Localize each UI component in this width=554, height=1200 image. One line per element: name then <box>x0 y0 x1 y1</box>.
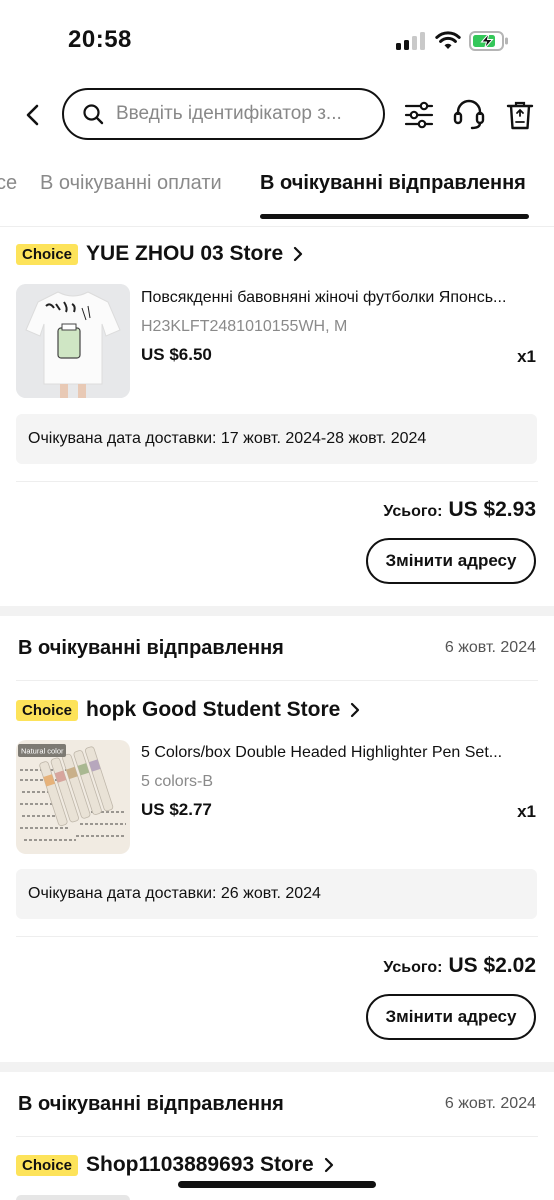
product-price: US $2.77 <box>141 800 212 819</box>
total-label: Усього: <box>383 503 443 520</box>
search-icon <box>83 104 104 125</box>
delivery-estimate: Очікувана дата доставки: 17 жовт. 2024-2… <box>16 414 537 464</box>
store-row[interactable]: Choice YUE ZHOU 03 Store <box>16 240 303 268</box>
change-address-button[interactable]: Змінити адресу <box>366 538 536 584</box>
store-row[interactable]: Choice hopk Good Student Store <box>16 696 360 724</box>
tabs-divider <box>0 226 554 227</box>
order-status: В очікуванні відправлення <box>18 1093 284 1115</box>
order-tabs: се В очікуванні оплати В очікуванні відп… <box>0 160 554 222</box>
filter-sliders-icon <box>404 101 434 129</box>
support-button[interactable] <box>452 98 486 132</box>
total-label: Усього: <box>383 959 443 976</box>
tshirt-image <box>16 284 130 398</box>
change-address-button[interactable]: Змінити адресу <box>366 994 536 1040</box>
chevron-right-icon <box>324 1157 334 1173</box>
tab-previous[interactable]: се <box>0 172 17 195</box>
search-input[interactable] <box>116 103 366 125</box>
section-divider <box>16 936 538 937</box>
delivery-estimate: Очікувана дата доставки: 26 жовт. 2024 <box>16 869 537 919</box>
battery-charging-icon <box>469 31 508 51</box>
product-title[interactable]: 5 Colors/box Double Headed Highlighter P… <box>141 744 534 762</box>
total-value: US $2.93 <box>448 498 536 521</box>
product-quantity: x1 <box>517 802 536 821</box>
choice-badge: Choice <box>16 243 79 265</box>
top-bar <box>0 88 554 142</box>
headset-icon <box>453 99 485 130</box>
active-tab-indicator <box>260 214 529 219</box>
section-divider <box>16 1136 538 1137</box>
filter-button[interactable] <box>402 98 436 132</box>
product-quantity: x1 <box>517 347 536 366</box>
tab-awaiting-payment[interactable]: В очікуванні оплати <box>40 172 222 195</box>
order-status: В очікуванні відправлення <box>18 637 284 659</box>
status-bar: 20:58 <box>0 0 554 80</box>
total-value: US $2.02 <box>448 954 536 977</box>
order-total: Усього: US $2.02 <box>383 954 536 978</box>
chevron-right-icon <box>293 246 303 262</box>
store-name: Shop1103889693 Store <box>86 1153 314 1176</box>
store-name: hopk Good Student Store <box>86 698 341 721</box>
wifi-icon <box>435 31 461 49</box>
chevron-left-icon <box>26 104 39 126</box>
store-row[interactable]: Choice Shop1103889693 Store <box>16 1151 334 1179</box>
section-divider <box>16 481 538 482</box>
choice-badge: Choice <box>16 699 79 721</box>
order-date: 6 жовт. 2024 <box>444 1095 536 1112</box>
status-time: 20:58 <box>68 26 132 53</box>
product-image-partial[interactable] <box>16 1195 130 1200</box>
highlighter-image: Natural color <box>16 740 130 854</box>
product-variant: 5 colors-B <box>141 773 214 790</box>
store-name: YUE ZHOU 03 Store <box>86 242 284 265</box>
product-price: US $6.50 <box>141 345 212 364</box>
back-button[interactable] <box>18 100 48 130</box>
product-image-highlighters[interactable]: Natural color <box>16 740 130 854</box>
section-divider <box>16 680 538 681</box>
signal-icon <box>396 32 426 50</box>
order-date: 6 жовт. 2024 <box>444 639 536 656</box>
trash-icon <box>506 101 534 130</box>
order-total: Усього: US $2.93 <box>383 498 536 522</box>
order-separator <box>0 606 554 616</box>
choice-badge: Choice <box>16 1154 79 1176</box>
delete-button[interactable] <box>503 98 537 132</box>
tab-awaiting-shipment[interactable]: В очікуванні відправлення <box>260 172 526 195</box>
product-image-tshirt[interactable] <box>16 284 130 398</box>
search-box[interactable] <box>62 88 385 140</box>
thumb-label: Natural color <box>21 747 64 756</box>
product-title[interactable]: Повсякденні бавовняні жіночі футболки Яп… <box>141 289 534 307</box>
product-variant: H23KLFT2481010155WH, M <box>141 318 348 335</box>
chevron-right-icon <box>350 702 360 718</box>
home-indicator[interactable] <box>178 1181 376 1188</box>
order-separator <box>0 1062 554 1072</box>
